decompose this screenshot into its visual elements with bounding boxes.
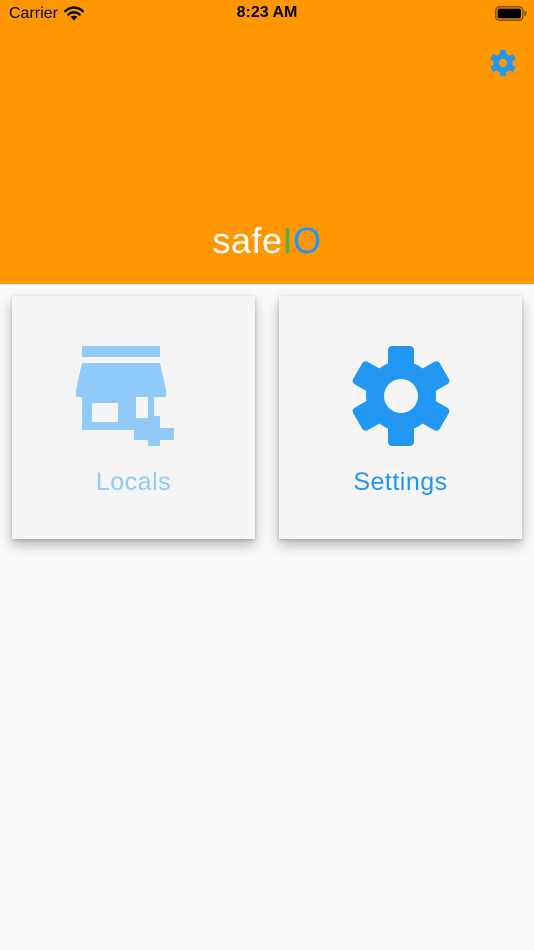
logo-part-safe: safe — [212, 220, 283, 261]
gear-icon — [352, 346, 449, 446]
app-header: Carrier 8:23 AM safeIO — [0, 0, 534, 284]
icon-wrapper — [279, 346, 522, 456]
gear-icon[interactable] — [488, 48, 518, 78]
logo-part-i: I — [282, 220, 294, 261]
locals-tile[interactable]: Locals — [12, 296, 255, 539]
app-screen: Carrier 8:23 AM safeIO Locals Settings — [0, 0, 534, 950]
store-add-icon — [75, 346, 174, 446]
settings-tile[interactable]: Settings — [279, 296, 522, 539]
logo-part-o: O — [293, 220, 322, 261]
icon-wrapper — [12, 346, 255, 456]
battery-icon — [495, 6, 527, 21]
app-logo: safeIO — [0, 220, 534, 262]
status-bar: Carrier 8:23 AM — [0, 0, 534, 28]
settings-label: Settings — [353, 468, 448, 496]
locals-label: Locals — [95, 468, 172, 496]
status-time: 8:23 AM — [236, 4, 298, 21]
